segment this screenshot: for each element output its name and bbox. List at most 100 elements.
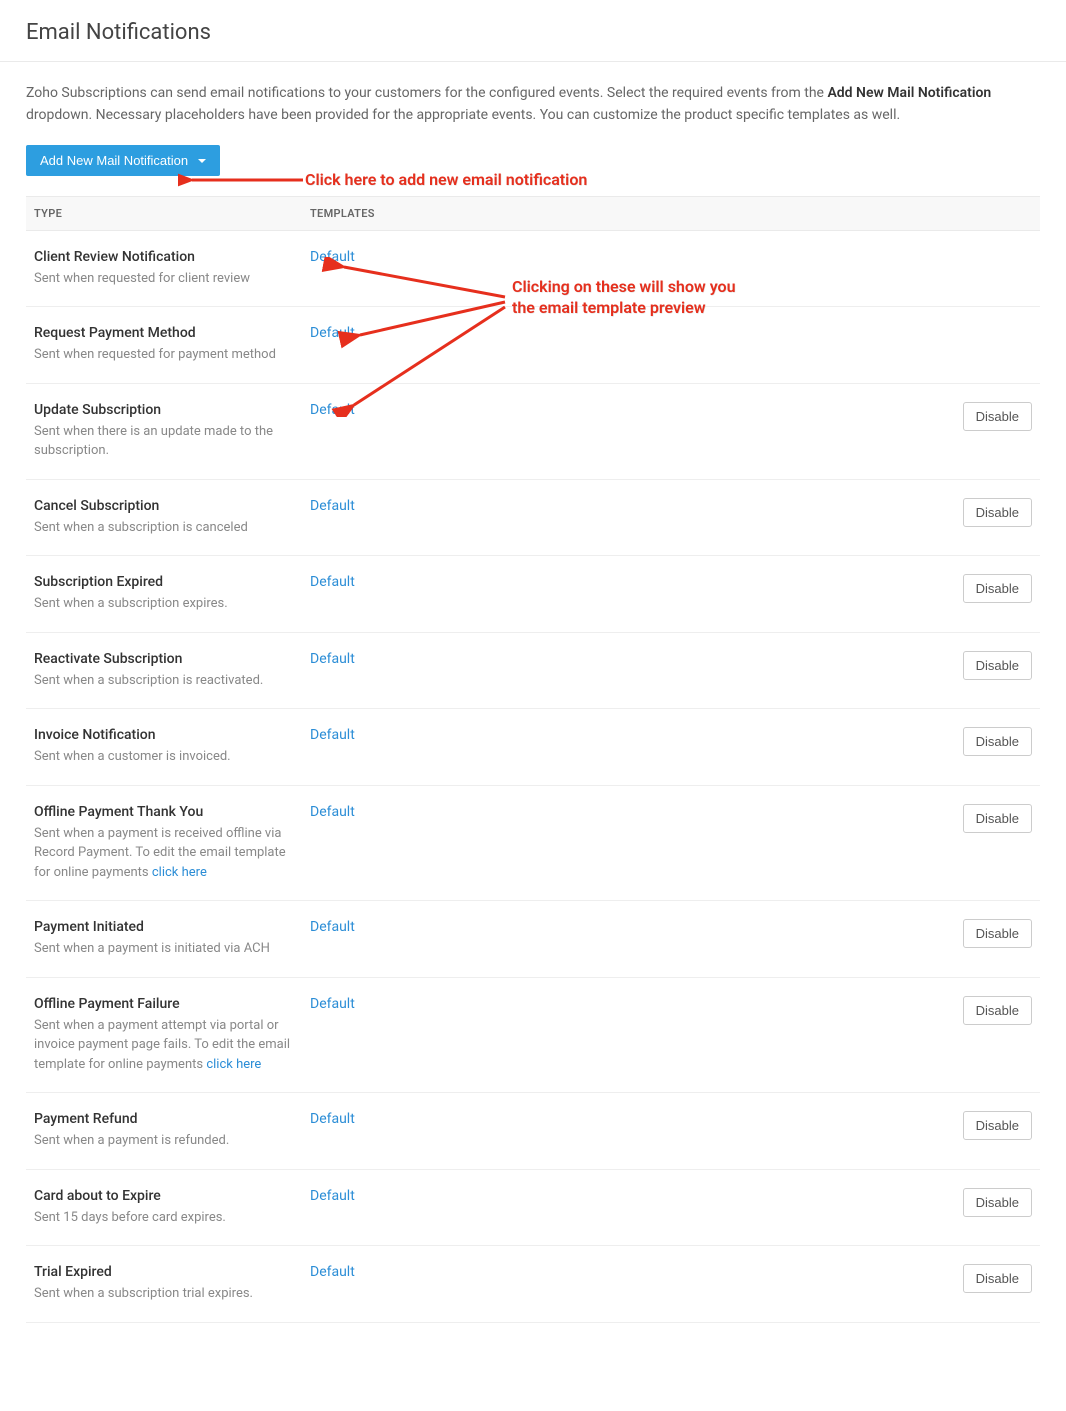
action-cell: Disable [930, 574, 1040, 603]
disable-button[interactable]: Disable [963, 651, 1032, 680]
disable-button[interactable]: Disable [963, 498, 1032, 527]
add-button-label: Add New Mail Notification [40, 153, 188, 168]
inline-link[interactable]: click here [152, 865, 207, 880]
column-header-templates: TEMPLATES [302, 197, 383, 230]
table-row: Trial Expired Sent when a subscription tr… [26, 1246, 1040, 1323]
template-cell: Default [302, 498, 930, 514]
template-cell: Default [302, 1264, 930, 1280]
notification-type-desc: Sent when requested for client review [34, 269, 294, 289]
notifications-table: TYPE TEMPLATES Client Review Notificatio… [26, 196, 1040, 1323]
type-cell: Payment Initiated Sent when a payment is … [26, 919, 302, 959]
notification-type-title: Card about to Expire [34, 1188, 294, 1204]
notification-type-title: Offline Payment Failure [34, 996, 294, 1012]
template-link[interactable]: Default [310, 804, 355, 820]
type-cell: Card about to Expire Sent 15 days before … [26, 1188, 302, 1228]
type-cell: Payment RefundSent when a payment is ref… [26, 1111, 302, 1151]
template-link[interactable]: Default [310, 574, 355, 590]
template-link[interactable]: Default [310, 919, 355, 935]
template-cell: Default [302, 804, 930, 820]
template-cell: Default [302, 325, 930, 341]
type-cell: Offline Payment Thank You Sent when a pay… [26, 804, 302, 883]
notification-type-title: Reactivate Subscription [34, 651, 294, 667]
template-link[interactable]: Default [310, 651, 355, 667]
template-link[interactable]: Default [310, 498, 355, 514]
intro-part1: Zoho Subscriptions can send email notifi… [26, 85, 827, 101]
notification-type-desc: Sent 15 days before card expires. [34, 1208, 294, 1228]
disable-button[interactable]: Disable [963, 1111, 1032, 1140]
template-link[interactable]: Default [310, 1188, 355, 1204]
disable-button[interactable]: Disable [963, 919, 1032, 948]
action-cell: Disable [930, 1264, 1040, 1293]
inline-link[interactable]: click here [206, 1057, 261, 1072]
intro-paragraph: Zoho Subscriptions can send email notifi… [26, 82, 1040, 127]
notification-type-title: Client Review Notification [34, 249, 294, 265]
template-link[interactable]: Default [310, 325, 355, 341]
notification-type-desc: Sent when requested for payment method [34, 345, 294, 365]
notification-type-desc: Sent when a subscription is reactivated. [34, 671, 294, 691]
notification-type-title: Trial Expired [34, 1264, 294, 1280]
template-cell: Default [302, 996, 930, 1012]
annotation-add-hint: Click here to add new email notification [305, 170, 587, 191]
notification-type-title: Cancel Subscription [34, 498, 294, 514]
notification-type-desc: Sent when there is an update made to the… [34, 422, 294, 461]
notification-type-title: Invoice Notification [34, 727, 294, 743]
template-cell: Default [302, 249, 930, 265]
notification-type-desc: Sent when a payment is initiated via ACH [34, 939, 294, 959]
disable-button[interactable]: Disable [963, 1264, 1032, 1293]
template-cell: Default [302, 574, 930, 590]
action-cell: Disable [930, 919, 1040, 948]
template-cell: Default [302, 1111, 930, 1127]
type-cell: Subscription Expired Sent when a subscrip… [26, 574, 302, 614]
notification-type-title: Request Payment Method [34, 325, 294, 341]
disable-button[interactable]: Disable [963, 574, 1032, 603]
table-body: Client Review Notification Sent when requ… [26, 231, 1040, 1323]
disable-button[interactable]: Disable [963, 804, 1032, 833]
intro-bold: Add New Mail Notification [827, 85, 991, 101]
template-link[interactable]: Default [310, 727, 355, 743]
notification-type-title: Update Subscription [34, 402, 294, 418]
template-link[interactable]: Default [310, 996, 355, 1012]
table-row: Offline Payment Failure Sent when a payme… [26, 978, 1040, 1094]
table-row: Card about to Expire Sent 15 days before … [26, 1170, 1040, 1247]
disable-button[interactable]: Disable [963, 727, 1032, 756]
template-link[interactable]: Default [310, 249, 355, 265]
action-cell: Disable [930, 402, 1040, 431]
notification-type-desc: Sent when a subscription trial expires. [34, 1284, 294, 1304]
table-row: Update Subscription Sent when there is an… [26, 384, 1040, 480]
notification-type-title: Payment Initiated [34, 919, 294, 935]
disable-button[interactable]: Disable [963, 1188, 1032, 1217]
notification-type-title: Subscription Expired [34, 574, 294, 590]
notification-type-desc: Sent when a payment attempt via portal o… [34, 1016, 294, 1075]
action-cell: Disable [930, 651, 1040, 680]
action-cell: Disable [930, 996, 1040, 1025]
disable-button[interactable]: Disable [963, 996, 1032, 1025]
table-row: Invoice NotificationSent when a customer… [26, 709, 1040, 786]
template-cell: Default [302, 919, 930, 935]
type-cell: Trial Expired Sent when a subscription tr… [26, 1264, 302, 1304]
table-row: Payment Initiated Sent when a payment is … [26, 901, 1040, 978]
action-cell: Disable [930, 727, 1040, 756]
type-cell: Cancel Subscription Sent when a subscript… [26, 498, 302, 538]
notification-type-desc: Sent when a payment is refunded. [34, 1131, 294, 1151]
disable-button[interactable]: Disable [963, 402, 1032, 431]
notification-type-title: Offline Payment Thank You [34, 804, 294, 820]
type-cell: Client Review Notification Sent when requ… [26, 249, 302, 289]
chevron-down-icon [198, 159, 206, 163]
template-cell: Default [302, 402, 930, 418]
add-new-mail-notification-button[interactable]: Add New Mail Notification [26, 145, 220, 176]
table-row: Payment RefundSent when a payment is ref… [26, 1093, 1040, 1170]
template-link[interactable]: Default [310, 1264, 355, 1280]
notification-type-desc: Sent when a payment is received offline … [34, 824, 294, 883]
column-header-type: TYPE [26, 197, 302, 230]
page-title: Email Notifications [26, 20, 1040, 45]
template-link[interactable]: Default [310, 402, 355, 418]
notification-type-desc: Sent when a subscription expires. [34, 594, 294, 614]
notification-type-desc: Sent when a subscription is canceled [34, 518, 294, 538]
table-row: Reactivate Subscription Sent when a subsc… [26, 633, 1040, 710]
table-row: Subscription Expired Sent when a subscrip… [26, 556, 1040, 633]
table-row: Offline Payment Thank You Sent when a pay… [26, 786, 1040, 902]
template-link[interactable]: Default [310, 1111, 355, 1127]
content-area: Zoho Subscriptions can send email notifi… [0, 62, 1066, 1343]
template-cell: Default [302, 727, 930, 743]
type-cell: Offline Payment Failure Sent when a payme… [26, 996, 302, 1075]
